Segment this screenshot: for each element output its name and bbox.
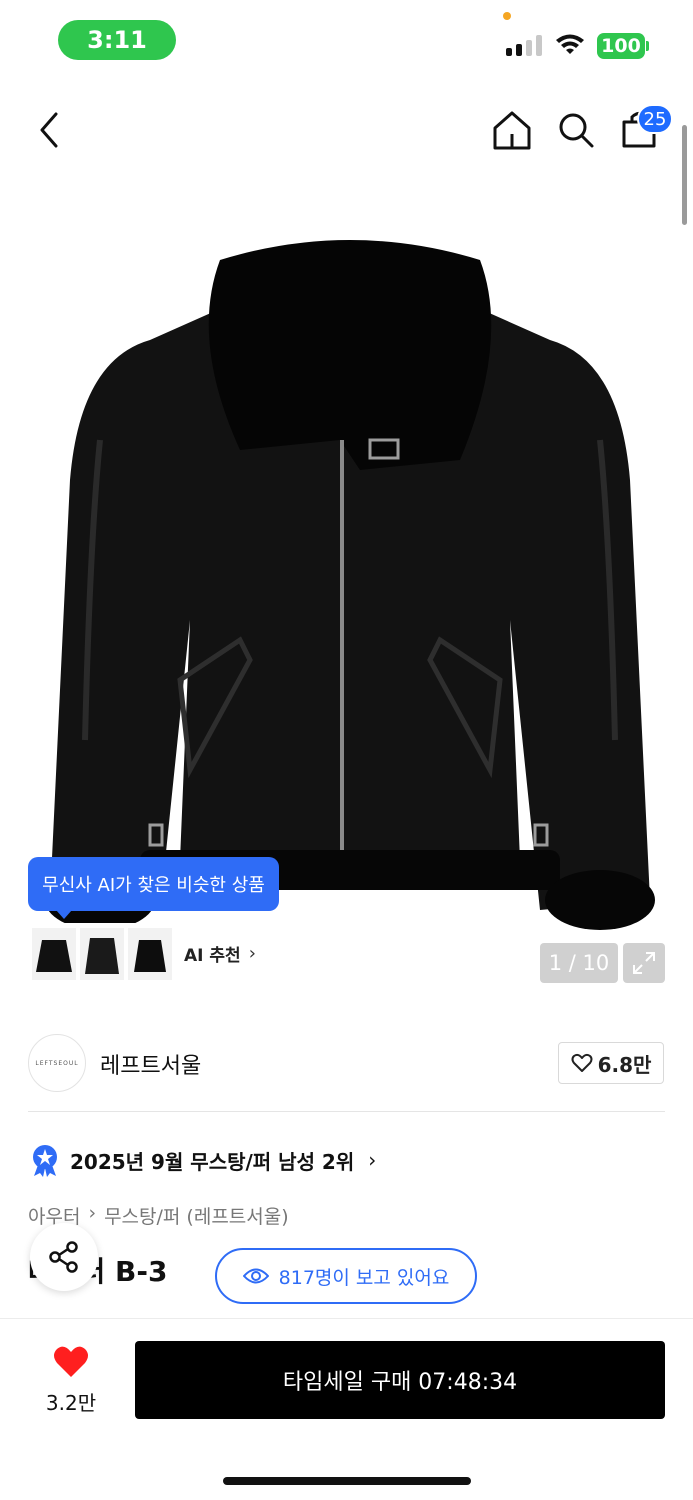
brand-like-button[interactable]: 6.8만 xyxy=(558,1042,664,1084)
search-icon[interactable] xyxy=(556,108,596,152)
ranking-text: 2025년 9월 무스탕/퍼 남성 2위 xyxy=(70,1149,355,1174)
brand-row[interactable]: LEFTSEOUL 레프트서울 6.8만 xyxy=(0,1012,693,1112)
battery-cap xyxy=(646,41,649,51)
ai-recommend-button[interactable]: AI 추천 › xyxy=(28,923,268,984)
back-arrow-icon[interactable] xyxy=(34,108,64,152)
buy-button[interactable]: 타임세일 구매 07:48:34 xyxy=(135,1341,665,1419)
breadcrumb-separator-icon: › xyxy=(88,1202,97,1224)
scrollbar[interactable] xyxy=(682,125,687,225)
cellular-signal-icon xyxy=(506,34,542,56)
heart-filled-icon xyxy=(54,1346,88,1377)
wifi-icon xyxy=(556,34,584,54)
ai-thumb-2[interactable] xyxy=(80,927,124,980)
viewers-indicator: 817명이 보고 있어요 xyxy=(215,1248,477,1304)
bottom-action-bar: 3.2만 타임세일 구매 07:48:34 xyxy=(0,1318,693,1500)
ai-recommend-label: AI 추천 xyxy=(184,946,241,966)
chevron-right-icon: › xyxy=(248,943,256,964)
jacket-thumbnail-icon xyxy=(36,939,72,972)
ranking-badge-icon xyxy=(33,1145,57,1177)
home-indicator[interactable] xyxy=(223,1477,471,1485)
favorite-count: 3.2만 xyxy=(45,1391,97,1415)
share-icon xyxy=(49,1241,78,1273)
privacy-indicator xyxy=(503,12,511,20)
heart-outline-icon xyxy=(571,1053,593,1072)
jacket-thumbnail-icon xyxy=(134,939,166,972)
eye-icon xyxy=(242,1268,269,1284)
status-bar: 3:11 100 xyxy=(0,0,693,80)
breadcrumb-item[interactable]: 무스탕/퍼 (레프트서울) xyxy=(104,1202,289,1229)
viewers-text: 817명이 보고 있어요 xyxy=(278,1266,450,1289)
divider xyxy=(28,1111,665,1112)
chevron-right-icon: › xyxy=(368,1148,377,1172)
ai-thumb-3[interactable] xyxy=(128,927,172,980)
ai-thumb-1[interactable] xyxy=(32,927,76,980)
brand-logo[interactable]: LEFTSEOUL xyxy=(28,1034,86,1092)
image-counter: 1 / 10 xyxy=(540,943,618,983)
brand-name[interactable]: 레프트서울 xyxy=(100,1048,201,1080)
expand-icon xyxy=(633,952,655,974)
share-button[interactable] xyxy=(30,1223,98,1291)
ranking-link[interactable]: 2025년 9월 무스탕/퍼 남성 2위 › xyxy=(30,1142,376,1178)
battery-indicator: 100 xyxy=(597,33,645,59)
jacket-thumbnail-icon xyxy=(85,937,119,974)
brand-like-count: 6.8만 xyxy=(597,1052,652,1077)
ai-similar-tooltip[interactable]: 무신사 AI가 찾은 비슷한 상품 xyxy=(28,857,279,919)
home-icon[interactable] xyxy=(490,108,534,152)
favorite-button[interactable]: 3.2만 xyxy=(38,1345,104,1416)
product-jacket-image xyxy=(45,240,655,930)
expand-button[interactable] xyxy=(623,943,665,983)
cart-count-badge: 25 xyxy=(637,104,673,134)
status-time: 3:11 xyxy=(58,20,176,60)
